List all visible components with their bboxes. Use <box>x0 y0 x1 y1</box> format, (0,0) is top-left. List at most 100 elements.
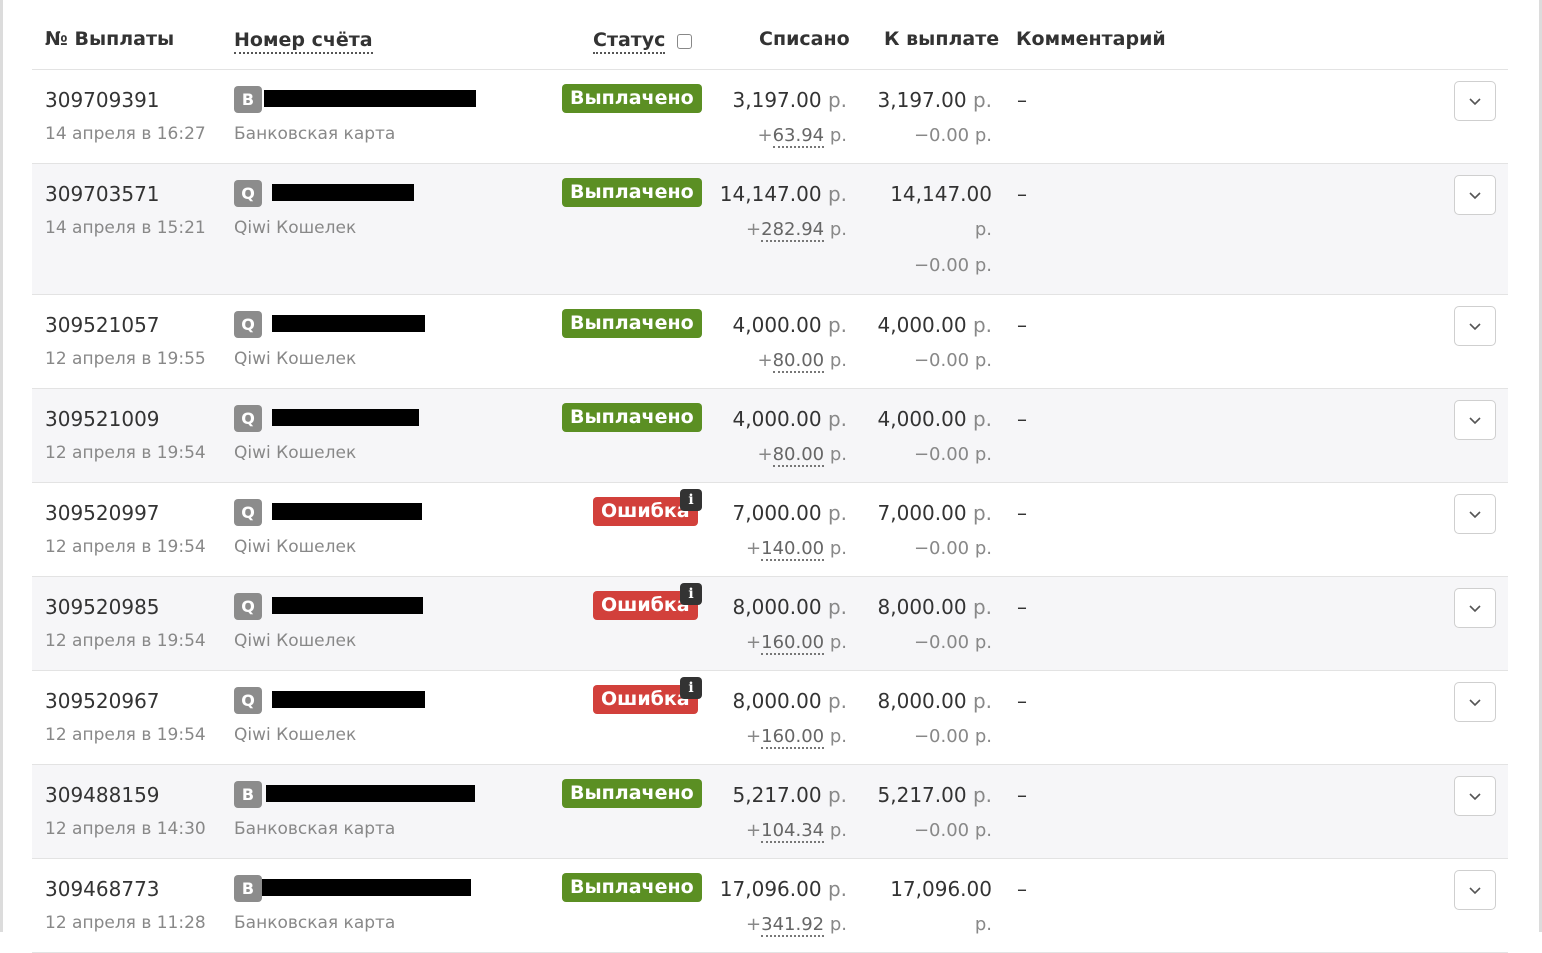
payment-type-label: Qiwi Кошелек <box>234 443 357 463</box>
comment-text: – <box>1017 313 1027 337</box>
account-number-redacted <box>272 691 425 708</box>
payout-id: 309520997 <box>45 501 160 525</box>
fee-value[interactable]: 63.94 <box>772 125 825 148</box>
payout-amount: 4,000.00 р. <box>877 407 992 431</box>
status-badge: Выплачено <box>562 178 702 207</box>
account-number-redacted <box>272 597 423 614</box>
payment-type-label: Банковская карта <box>234 124 396 144</box>
payment-type-icon: B <box>234 86 262 113</box>
expand-row-button[interactable] <box>1454 776 1496 816</box>
payment-type-icon: Q <box>234 687 262 714</box>
deduct-amount: −0.00 р. <box>913 538 992 559</box>
charged-amount: 17,096.00 р. <box>719 877 847 901</box>
deduct-amount: −0.00 р. <box>913 350 992 371</box>
expand-row-button[interactable] <box>1454 588 1496 628</box>
comment-text: – <box>1017 783 1027 807</box>
payout-date: 14 апреля в 15:21 <box>45 218 206 238</box>
account-number-redacted <box>272 503 422 520</box>
payout-id: 309520967 <box>45 689 160 713</box>
fee-value[interactable]: 160.00 <box>761 726 825 749</box>
payout-amount: 7,000.00 р. <box>877 501 992 525</box>
payment-type-label: Qiwi Кошелек <box>234 218 357 238</box>
account-number-redacted <box>272 184 414 201</box>
payout-amount: 8,000.00 р. <box>877 595 992 619</box>
error-info-icon[interactable]: i <box>680 489 702 511</box>
payment-type-label: Банковская карта <box>234 819 396 839</box>
fee-amount: +160.00 р. <box>746 726 847 749</box>
payout-amount: 8,000.00 р. <box>877 689 992 713</box>
deduct-amount: −0.00 р. <box>913 820 992 841</box>
charged-amount: 3,197.00 р. <box>732 88 847 112</box>
comment-text: – <box>1017 407 1027 431</box>
status-badge: Выплачено <box>562 873 702 902</box>
chevron-down-icon <box>1469 511 1481 519</box>
chevron-down-icon <box>1469 417 1481 425</box>
payout-id: 309520985 <box>45 595 160 619</box>
fee-amount: +104.34 р. <box>746 820 847 843</box>
fee-amount: +160.00 р. <box>746 632 847 655</box>
account-number-redacted <box>272 315 425 332</box>
fee-value[interactable]: 80.00 <box>772 350 825 373</box>
header-account-number[interactable]: Номер счёта <box>234 28 373 54</box>
table-row: 309521057 12 апреля в 19:55 Q Qiwi Кошелек В… <box>32 295 1508 389</box>
deduct-amount: −0.00 р. <box>913 726 992 747</box>
status-badge: Выплачено <box>562 309 702 338</box>
charged-amount: 7,000.00 р. <box>732 501 847 525</box>
expand-row-button[interactable] <box>1454 494 1496 534</box>
account-number-redacted <box>264 90 476 107</box>
account-number-redacted <box>262 879 471 896</box>
charged-amount: 14,147.00 р. <box>719 182 847 206</box>
fee-amount: +80.00 р. <box>757 350 847 373</box>
chevron-down-icon <box>1469 699 1481 707</box>
status-filter-checkbox[interactable] <box>677 34 692 49</box>
payout-date: 12 апреля в 14:30 <box>45 819 206 839</box>
fee-amount: +282.94 р. <box>746 219 847 242</box>
payout-amount: 14,147.00 <box>890 182 992 206</box>
table-row: 309703571 14 апреля в 15:21 Q Qiwi Кошелек В… <box>32 164 1508 295</box>
expand-row-button[interactable] <box>1454 175 1496 215</box>
table-row: 309521009 12 апреля в 19:54 Q Qiwi Кошелек В… <box>32 389 1508 483</box>
payment-type-icon: Q <box>234 593 262 620</box>
fee-value[interactable]: 140.00 <box>761 538 825 561</box>
payout-id: 309703571 <box>45 182 160 206</box>
payment-type-label: Qiwi Кошелек <box>234 537 357 557</box>
account-number-redacted <box>272 409 419 426</box>
payment-type-label: Qiwi Кошелек <box>234 725 357 745</box>
charged-amount: 4,000.00 р. <box>732 313 847 337</box>
expand-row-button[interactable] <box>1454 81 1496 121</box>
fee-value[interactable]: 282.94 <box>761 219 825 242</box>
deduct-amount: −0.00 р. <box>913 125 992 146</box>
status-badge: Выплачено <box>562 779 702 808</box>
fee-value[interactable]: 80.00 <box>772 444 825 467</box>
expand-row-button[interactable] <box>1454 306 1496 346</box>
fee-amount: +63.94 р. <box>757 125 847 148</box>
fee-value[interactable]: 104.34 <box>761 820 825 843</box>
expand-row-button[interactable] <box>1454 870 1496 910</box>
payout-id: 309521009 <box>45 407 160 431</box>
chevron-down-icon <box>1469 192 1481 200</box>
header-payout-id: № Выплаты <box>45 28 175 50</box>
fee-value[interactable]: 160.00 <box>761 632 825 655</box>
expand-row-button[interactable] <box>1454 682 1496 722</box>
table-body: 309709391 14 апреля в 16:27 B Банковская ка… <box>32 70 1508 953</box>
comment-text: – <box>1017 501 1027 525</box>
error-info-icon[interactable]: i <box>680 583 702 605</box>
error-info-icon[interactable]: i <box>680 677 702 699</box>
chevron-down-icon <box>1469 793 1481 801</box>
payment-type-icon: Q <box>234 180 262 207</box>
chevron-down-icon <box>1469 323 1481 331</box>
header-status[interactable]: Статус <box>593 28 666 54</box>
comment-text: – <box>1017 182 1027 206</box>
payout-amount: 4,000.00 р. <box>877 313 992 337</box>
payout-amount: 3,197.00 р. <box>877 88 992 112</box>
status-badge: Выплачено <box>562 403 702 432</box>
fee-amount: +80.00 р. <box>757 444 847 467</box>
deduct-amount: −0.00 р. <box>913 444 992 465</box>
deduct-amount: −0.00 р. <box>913 255 992 276</box>
fee-value[interactable]: 341.92 <box>761 914 825 937</box>
deduct-amount: −0.00 р. <box>913 632 992 653</box>
payout-date: 14 апреля в 16:27 <box>45 124 206 144</box>
payout-date: 12 апреля в 19:54 <box>45 725 206 745</box>
expand-row-button[interactable] <box>1454 400 1496 440</box>
payout-date: 12 апреля в 11:28 <box>45 913 206 933</box>
